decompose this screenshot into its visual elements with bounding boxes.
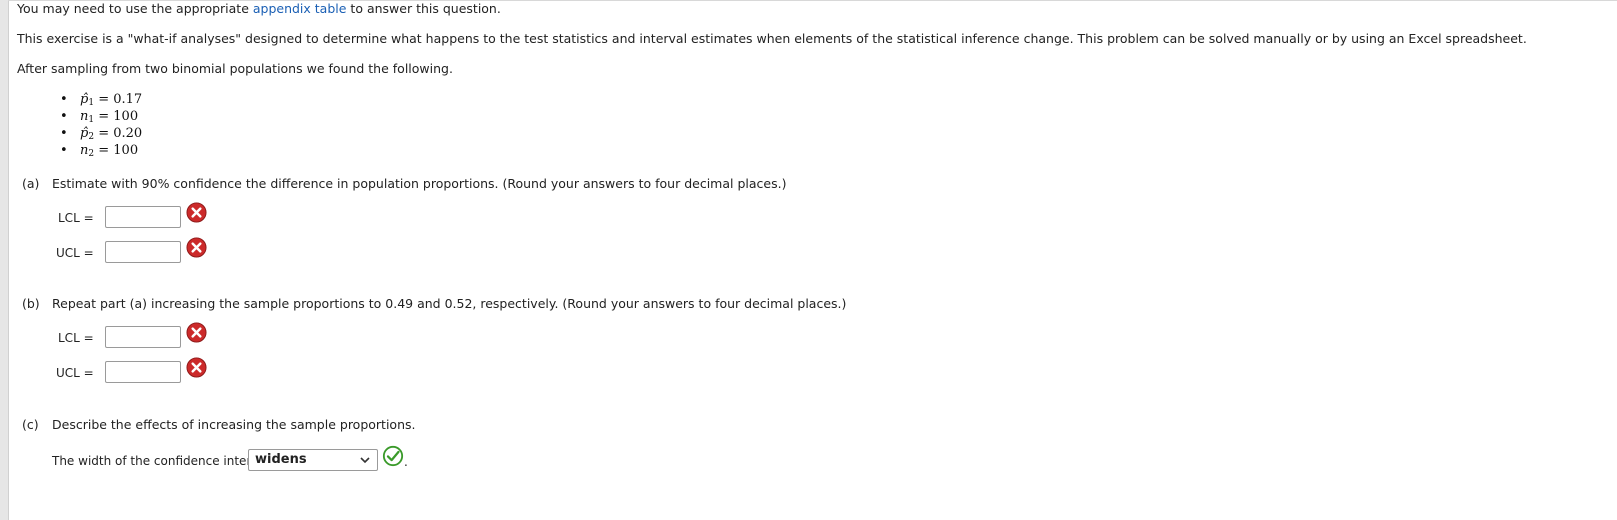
confidence-width-dropdown[interactable]: widens xyxy=(248,449,378,471)
sampling-intro: After sampling from two binomial populat… xyxy=(17,61,453,76)
instruction-line: You may need to use the appropriate appe… xyxy=(17,1,501,16)
part-c-sentence: The width of the confidence interval xyxy=(52,454,270,468)
left-border xyxy=(0,0,9,520)
dropdown-selected-value: widens xyxy=(255,452,307,467)
part-b-ucl-label: UCL = xyxy=(56,366,94,380)
part-c-question: (c) Describe the effects of increasing th… xyxy=(22,417,415,432)
part-a-label: (a) xyxy=(22,176,40,191)
incorrect-icon xyxy=(186,322,207,343)
part-a-lcl-label: LCL = xyxy=(58,211,94,225)
givens-list: p̂1 = 0.17 n1 = 100 p̂2 = 0.20 n2 = 100 xyxy=(58,91,142,159)
given-n1: n1 = 100 xyxy=(58,108,142,125)
correct-check-icon xyxy=(382,445,404,467)
part-c-label: (c) xyxy=(22,417,39,432)
incorrect-icon xyxy=(186,237,207,258)
part-b-ucl-input[interactable] xyxy=(105,361,181,383)
instruction-text: You may need to use the appropriate xyxy=(17,1,253,16)
part-a-ucl-input[interactable] xyxy=(105,241,181,263)
exercise-description: This exercise is a "what-if analyses" de… xyxy=(17,31,1527,46)
appendix-table-link[interactable]: appendix table xyxy=(253,1,347,16)
part-a-text: Estimate with 90% confidence the differe… xyxy=(52,176,787,191)
part-a-ucl-label: UCL = xyxy=(56,246,94,260)
part-a-question: (a) Estimate with 90% confidence the diff… xyxy=(22,176,786,191)
given-p1: p̂1 = 0.17 xyxy=(58,91,142,108)
instruction-text-end: to answer this question. xyxy=(346,1,501,16)
part-b-text: Repeat part (a) increasing the sample pr… xyxy=(52,296,847,311)
part-b-lcl-input[interactable] xyxy=(105,326,181,348)
part-c-text: Describe the effects of increasing the s… xyxy=(52,417,416,432)
given-p2: p̂2 = 0.20 xyxy=(58,125,142,142)
part-a-lcl-input[interactable] xyxy=(105,206,181,228)
part-b-lcl-label: LCL = xyxy=(58,331,94,345)
part-b-question: (b) Repeat part (a) increasing the sample… xyxy=(22,296,846,311)
incorrect-icon xyxy=(186,202,207,223)
chevron-down-icon xyxy=(360,457,370,464)
given-n2: n2 = 100 xyxy=(58,142,142,159)
sentence-period: . xyxy=(404,455,408,469)
part-b-label: (b) xyxy=(22,296,40,311)
incorrect-icon xyxy=(186,357,207,378)
